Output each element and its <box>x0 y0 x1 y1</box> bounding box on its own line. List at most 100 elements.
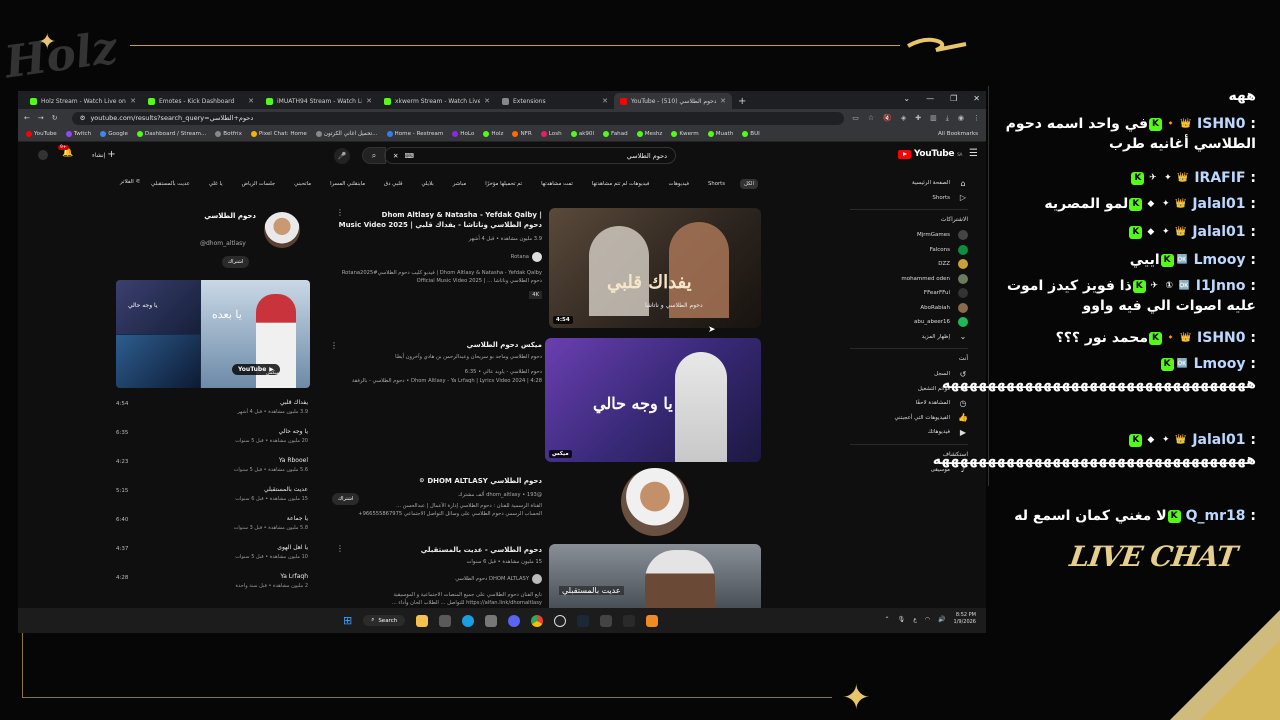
minimize-button[interactable]: — <box>926 94 934 103</box>
avatar[interactable] <box>38 150 48 160</box>
bookmark-item[interactable]: Home - Restream <box>386 131 443 137</box>
video-title[interactable]: Dhom Altlasy & Natasha - Yefdak Qalby | … <box>322 210 542 230</box>
chat-username[interactable]: ISHN0 <box>1197 330 1245 346</box>
close-tab-icon[interactable]: ✕ <box>248 97 254 105</box>
sidebar-icon[interactable]: ▥ <box>930 114 937 123</box>
browser-tab[interactable]: Extensions ✕ <box>496 93 614 109</box>
sidebar-item-subscription[interactable]: Falcons <box>850 243 968 258</box>
filter-chip[interactable]: ماتحبني <box>290 179 315 189</box>
show-more-button[interactable]: إظهار المزيد ⌄ <box>850 330 968 345</box>
close-button[interactable]: ✕ <box>973 94 980 103</box>
chat-username[interactable]: Lmooy <box>1194 252 1246 268</box>
volume-icon[interactable]: 🔊 <box>938 616 945 623</box>
sidebar-item-subscription[interactable]: FFearFFul <box>850 286 968 301</box>
more-options-icon[interactable]: ⋮ <box>336 208 344 217</box>
reload-icon[interactable]: ↻ <box>52 114 58 122</box>
bookmark-item[interactable]: ak90l <box>570 131 594 137</box>
sidebar-item-subscription[interactable]: AboRabiah <box>850 301 968 316</box>
keyboard-icon[interactable]: ⌨ <box>404 152 413 160</box>
bookmark-item[interactable]: BUI <box>742 131 760 137</box>
extension-icon[interactable]: ◈ <box>901 114 906 123</box>
steam-icon[interactable] <box>577 614 590 627</box>
sidebar-item-you[interactable]: فيديوهاتك ▶ <box>850 425 968 440</box>
playlist-row[interactable]: 5:15 عديت بالمستقبلي 15 مليون مشاهدة • قبل… <box>116 484 310 512</box>
bookmark-item[interactable]: HoLo <box>452 131 474 137</box>
sidebar-item-subscription[interactable]: mohammed oden <box>850 272 968 287</box>
mix-item[interactable]: دحوم الطلاسي - ياويد عالي • 6:35 <box>465 368 542 376</box>
channel-name[interactable]: دحوم الطلاسي <box>204 212 256 220</box>
bookmark-item[interactable]: Muath <box>707 131 733 137</box>
discord-icon[interactable] <box>508 614 521 627</box>
puzzle-icon[interactable]: ✚ <box>915 114 921 123</box>
filter-chip[interactable]: Shorts <box>704 179 729 189</box>
video-thumbnail[interactable]: يفداك قلبي دحوم الطلاسي و ناتاشا 4:54 <box>549 208 761 328</box>
channel-name[interactable]: DHOM ALTLASY دحوم الطلاسي <box>455 574 542 584</box>
browser-tab[interactable]: YouTube - دحوم الطلاسي (510) ✕ <box>614 93 732 109</box>
close-tab-icon[interactable]: ✕ <box>484 97 490 105</box>
close-tab-icon[interactable]: ✕ <box>720 97 726 105</box>
close-tab-icon[interactable]: ✕ <box>130 97 136 105</box>
wifi-icon[interactable]: ◠ <box>925 616 930 623</box>
filter-chip[interactable]: قلبي دق <box>380 179 406 189</box>
bookmark-item[interactable]: تحميل اغاني الكرتون... <box>315 131 378 137</box>
subscribe-button[interactable]: اشتراك <box>332 493 360 505</box>
video-title[interactable]: دحوم الطلاسي - عديت بالمستقبلي <box>421 545 542 555</box>
playlist-row[interactable]: 4:23 Ya Rbooel 5.6 مليون مشاهدة • قبل 5 سن… <box>116 455 310 483</box>
youtube-logo[interactable]: YouTube SA <box>897 149 962 159</box>
cast-icon[interactable]: ▭ <box>852 114 859 123</box>
browser-tab[interactable]: Holz Stream - Watch Live on Ki ✕ <box>24 93 142 109</box>
bookmark-item[interactable]: Google <box>100 131 128 137</box>
video-thumbnail[interactable]: عديت بالمستقبلي <box>549 544 761 608</box>
filter-chip[interactable]: تمت مشاهدتها <box>537 179 577 189</box>
mic-icon[interactable]: 🎤 <box>334 148 350 164</box>
chat-username[interactable]: IRAFIF <box>1194 170 1245 186</box>
channel-avatar-large[interactable] <box>621 468 689 536</box>
obs-icon[interactable] <box>554 614 567 627</box>
chevron-up-icon[interactable]: ⌃ <box>885 616 890 623</box>
playlist-row[interactable]: 6:35 يا وجه حالي 20 مليون مشاهدة • قبل 5 س… <box>116 426 310 454</box>
download-icon[interactable]: ⤓ <box>946 114 949 123</box>
chat-username[interactable]: I1Jnno <box>1196 278 1246 294</box>
app-icon[interactable] <box>623 614 636 627</box>
channel-name[interactable]: دحوم الطلاسي DHOM ALTLASY ⊙ <box>419 476 542 486</box>
search-input[interactable]: ✕ ⌨ دحوم الطلاسي <box>384 147 676 164</box>
file-explorer-icon[interactable] <box>416 614 429 627</box>
chat-username[interactable]: Jalal01 <box>1192 432 1245 448</box>
settings-icon[interactable] <box>485 614 498 627</box>
sidebar-item-subscription[interactable]: DZZ <box>850 257 968 272</box>
browser-tab[interactable]: xkwerm Stream - Watch Live on✕ <box>378 93 496 109</box>
filter-chip[interactable]: فيديوهات لم تتم مشاهدتها <box>588 179 654 189</box>
windows-start-icon[interactable]: ⊞ <box>343 614 352 627</box>
bookmark-item[interactable]: Meshz <box>636 131 662 137</box>
url-field[interactable]: ⚙ youtube.com/results?search_query=دحوم+ا… <box>71 111 845 125</box>
mix-thumbnail[interactable]: يا بعده يا وجه حالي YouTube ▶ ميكس <box>116 280 310 388</box>
mic-icon[interactable]: 🎙 <box>898 616 906 623</box>
filter-chip[interactable]: تم تحميلها مؤخرًا <box>481 179 526 189</box>
chrome-icon[interactable] <box>531 614 544 627</box>
vlc-icon[interactable] <box>646 614 659 627</box>
more-options-icon[interactable]: ⋮ <box>336 544 344 553</box>
bookmark-item[interactable]: Botfrix <box>215 131 242 137</box>
playlist-row[interactable]: 4:37 يا اهل الهوى 10 مليون مشاهدة • قبل 5 … <box>116 542 310 570</box>
sidebar-item-you[interactable]: المشاهدة لاحقًا ◷ <box>850 396 968 411</box>
sidebar-item-home[interactable]: الصفحة الرئيسية ⌂ <box>850 176 968 191</box>
profile-icon[interactable]: ◉ <box>958 114 964 123</box>
filter-chip[interactable]: الكل <box>739 179 758 189</box>
bookmark-item[interactable]: Holz <box>483 131 503 137</box>
chevron-down-icon[interactable]: ⌄ <box>903 94 910 103</box>
capture-icon[interactable] <box>600 614 613 627</box>
create-button[interactable]: إنشاء + <box>92 149 116 160</box>
filter-chip[interactable]: بلايلي <box>417 179 437 189</box>
all-bookmarks[interactable]: All Bookmarks <box>938 131 978 137</box>
channel-avatar[interactable] <box>264 212 300 248</box>
maximize-button[interactable]: ❐ <box>950 94 957 103</box>
chat-username[interactable]: Lmooy <box>1194 356 1246 372</box>
mix-thumbnail[interactable]: يا وجه حالي ميكس <box>545 338 761 462</box>
chat-username[interactable]: ISHN0 <box>1197 116 1245 132</box>
back-icon[interactable]: ← <box>24 114 30 122</box>
video-title[interactable]: ميكس دحوم الطلاسي <box>467 340 542 350</box>
you-heading[interactable]: أنت <box>850 355 968 367</box>
filter-chip[interactable]: ماينقلني المسرا <box>326 179 369 189</box>
store-icon[interactable] <box>439 614 452 627</box>
playlist-row[interactable]: 4:28 Ya Lrfaqh 2 مليون مشاهدة • قبل سنة وا… <box>116 571 310 599</box>
